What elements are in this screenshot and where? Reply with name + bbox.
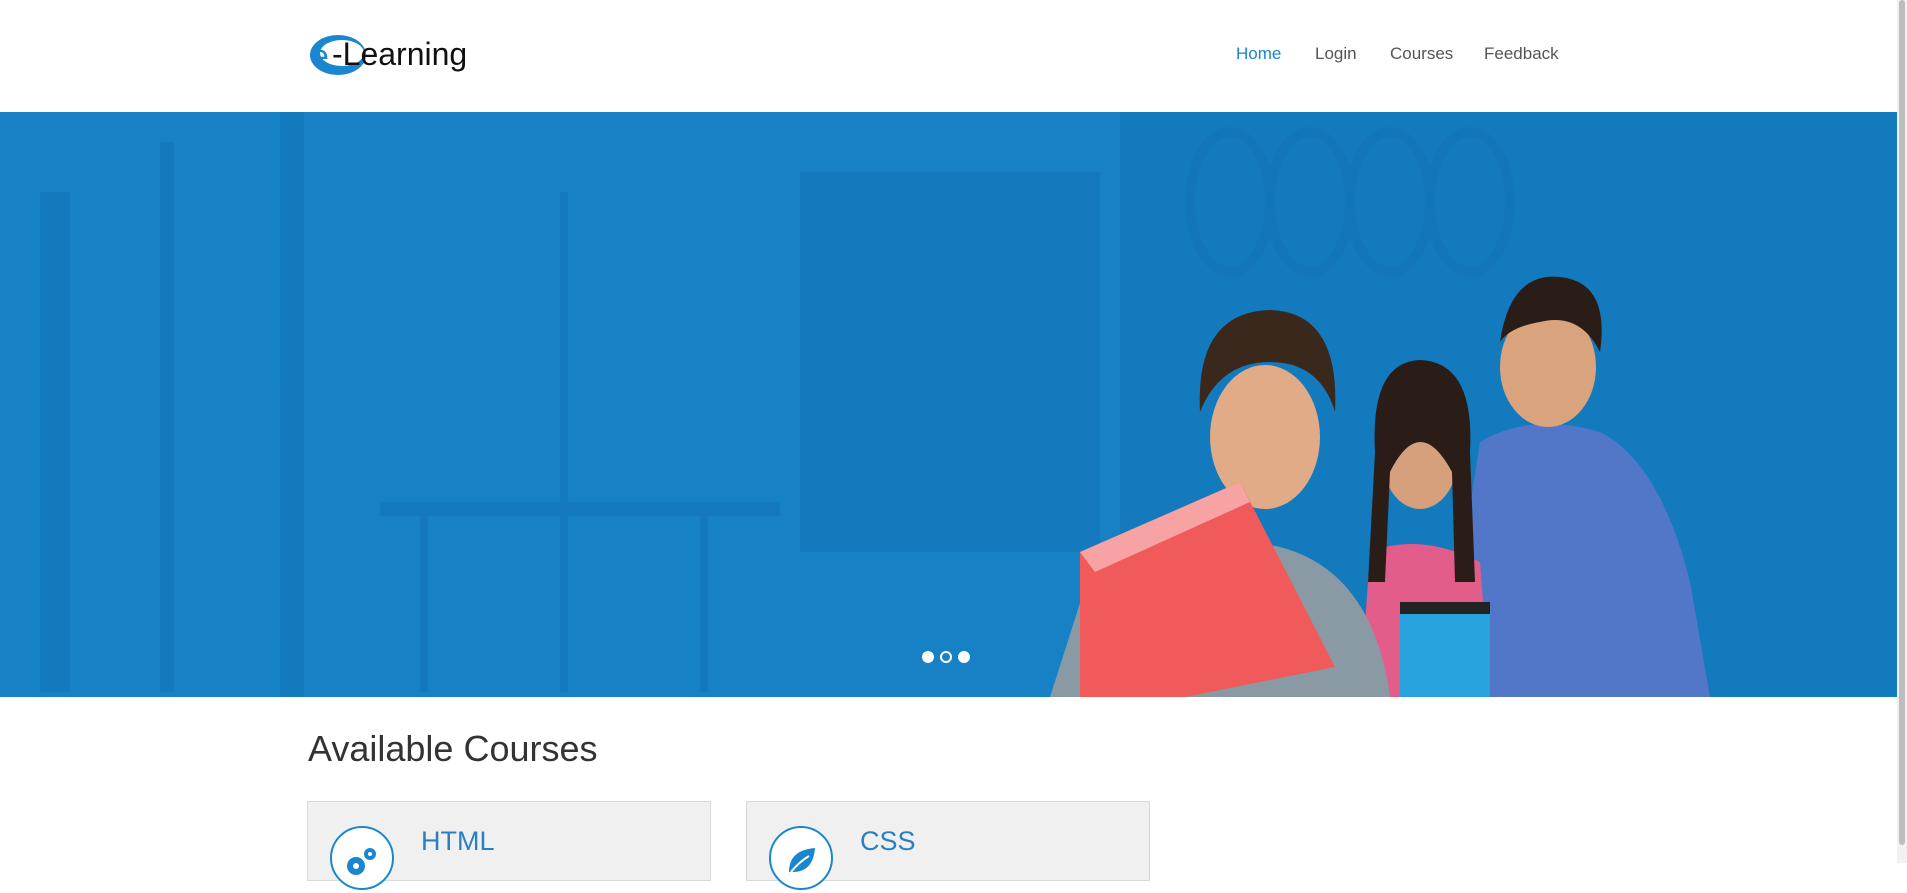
nav-home-link[interactable]: Home [1236,44,1281,64]
slide-dot-3[interactable] [958,651,970,663]
nav-courses-link[interactable]: Courses [1390,44,1453,64]
hero-image [40,112,1897,697]
course-card-css[interactable]: CSS [746,801,1150,890]
nav-feedback-link[interactable]: Feedback [1484,44,1559,64]
logo-text: -Learning [332,36,467,72]
page-scrollbar[interactable] [1897,0,1907,863]
scrollbar-thumb[interactable] [1899,0,1905,845]
slide-dot-1[interactable] [922,651,934,663]
slide-dot-2[interactable] [940,651,952,663]
hero-slider [0,112,1897,697]
site-header: e -Learning Home Login Courses Feedback [0,0,1897,112]
available-courses-heading: Available Courses [308,728,598,769]
gears-icon [330,826,394,890]
nav-login-link[interactable]: Login [1315,44,1357,64]
elearning-logo[interactable]: e -Learning [308,33,498,77]
course-title-css[interactable]: CSS [860,826,916,857]
course-card-html[interactable]: HTML [307,801,711,890]
slider-dots [922,651,970,663]
logo-prefix: e [311,38,329,74]
leaf-icon [769,826,833,890]
course-title-html[interactable]: HTML [421,826,495,857]
